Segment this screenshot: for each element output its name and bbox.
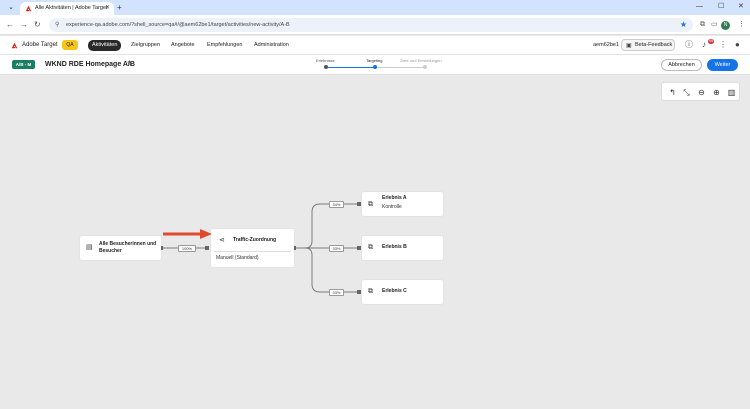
- experience-c-node[interactable]: ⧉ Erlebnis C: [362, 280, 443, 304]
- traffic-title: Traffic-Zuordnung: [233, 237, 277, 243]
- exp-b-in-port: [357, 246, 361, 250]
- traffic-in-port: [205, 246, 209, 250]
- exp-c-in-port: [357, 290, 361, 294]
- experience-c-title: Erlebnis C: [382, 288, 407, 294]
- experience-b-node[interactable]: ⧉ Erlebnis B: [362, 236, 443, 260]
- experience-icon: ⧉: [368, 244, 373, 251]
- experience-a-percentage: 34%: [329, 201, 344, 208]
- experience-icon: ⧉: [368, 288, 373, 295]
- experience-b-percentage: 33%: [329, 245, 344, 252]
- traffic-allocation-node[interactable]: ⋖ Traffic-Zuordnung Manuell (Standard): [211, 229, 294, 267]
- experience-a-title: Erlebnis A: [382, 195, 407, 201]
- database-icon: ▤: [86, 244, 93, 251]
- experience-a-subtitle: Kontrolle: [382, 204, 402, 210]
- traffic-divider: [214, 251, 291, 252]
- exp-a-in-port: [357, 202, 361, 206]
- branch-line-c: [294, 247, 359, 293]
- experience-a-node[interactable]: ⧉ Erlebnis A Kontrolle: [362, 192, 443, 216]
- audience-percentage: 100%: [178, 245, 196, 252]
- audience-title: Alle Besucherinnen und Besucher: [99, 241, 157, 254]
- annotation-arrow: [163, 229, 212, 239]
- traffic-subtitle: Manuell (Standard): [216, 255, 259, 261]
- share-icon: ⋖: [219, 237, 225, 244]
- experience-b-title: Erlebnis B: [382, 244, 407, 250]
- experience-icon: ⧉: [368, 201, 373, 208]
- experience-c-percentage: 33%: [329, 289, 344, 296]
- branch-line-a: [294, 203, 359, 249]
- audience-node[interactable]: ▤ Alle Besucherinnen und Besucher: [80, 236, 161, 260]
